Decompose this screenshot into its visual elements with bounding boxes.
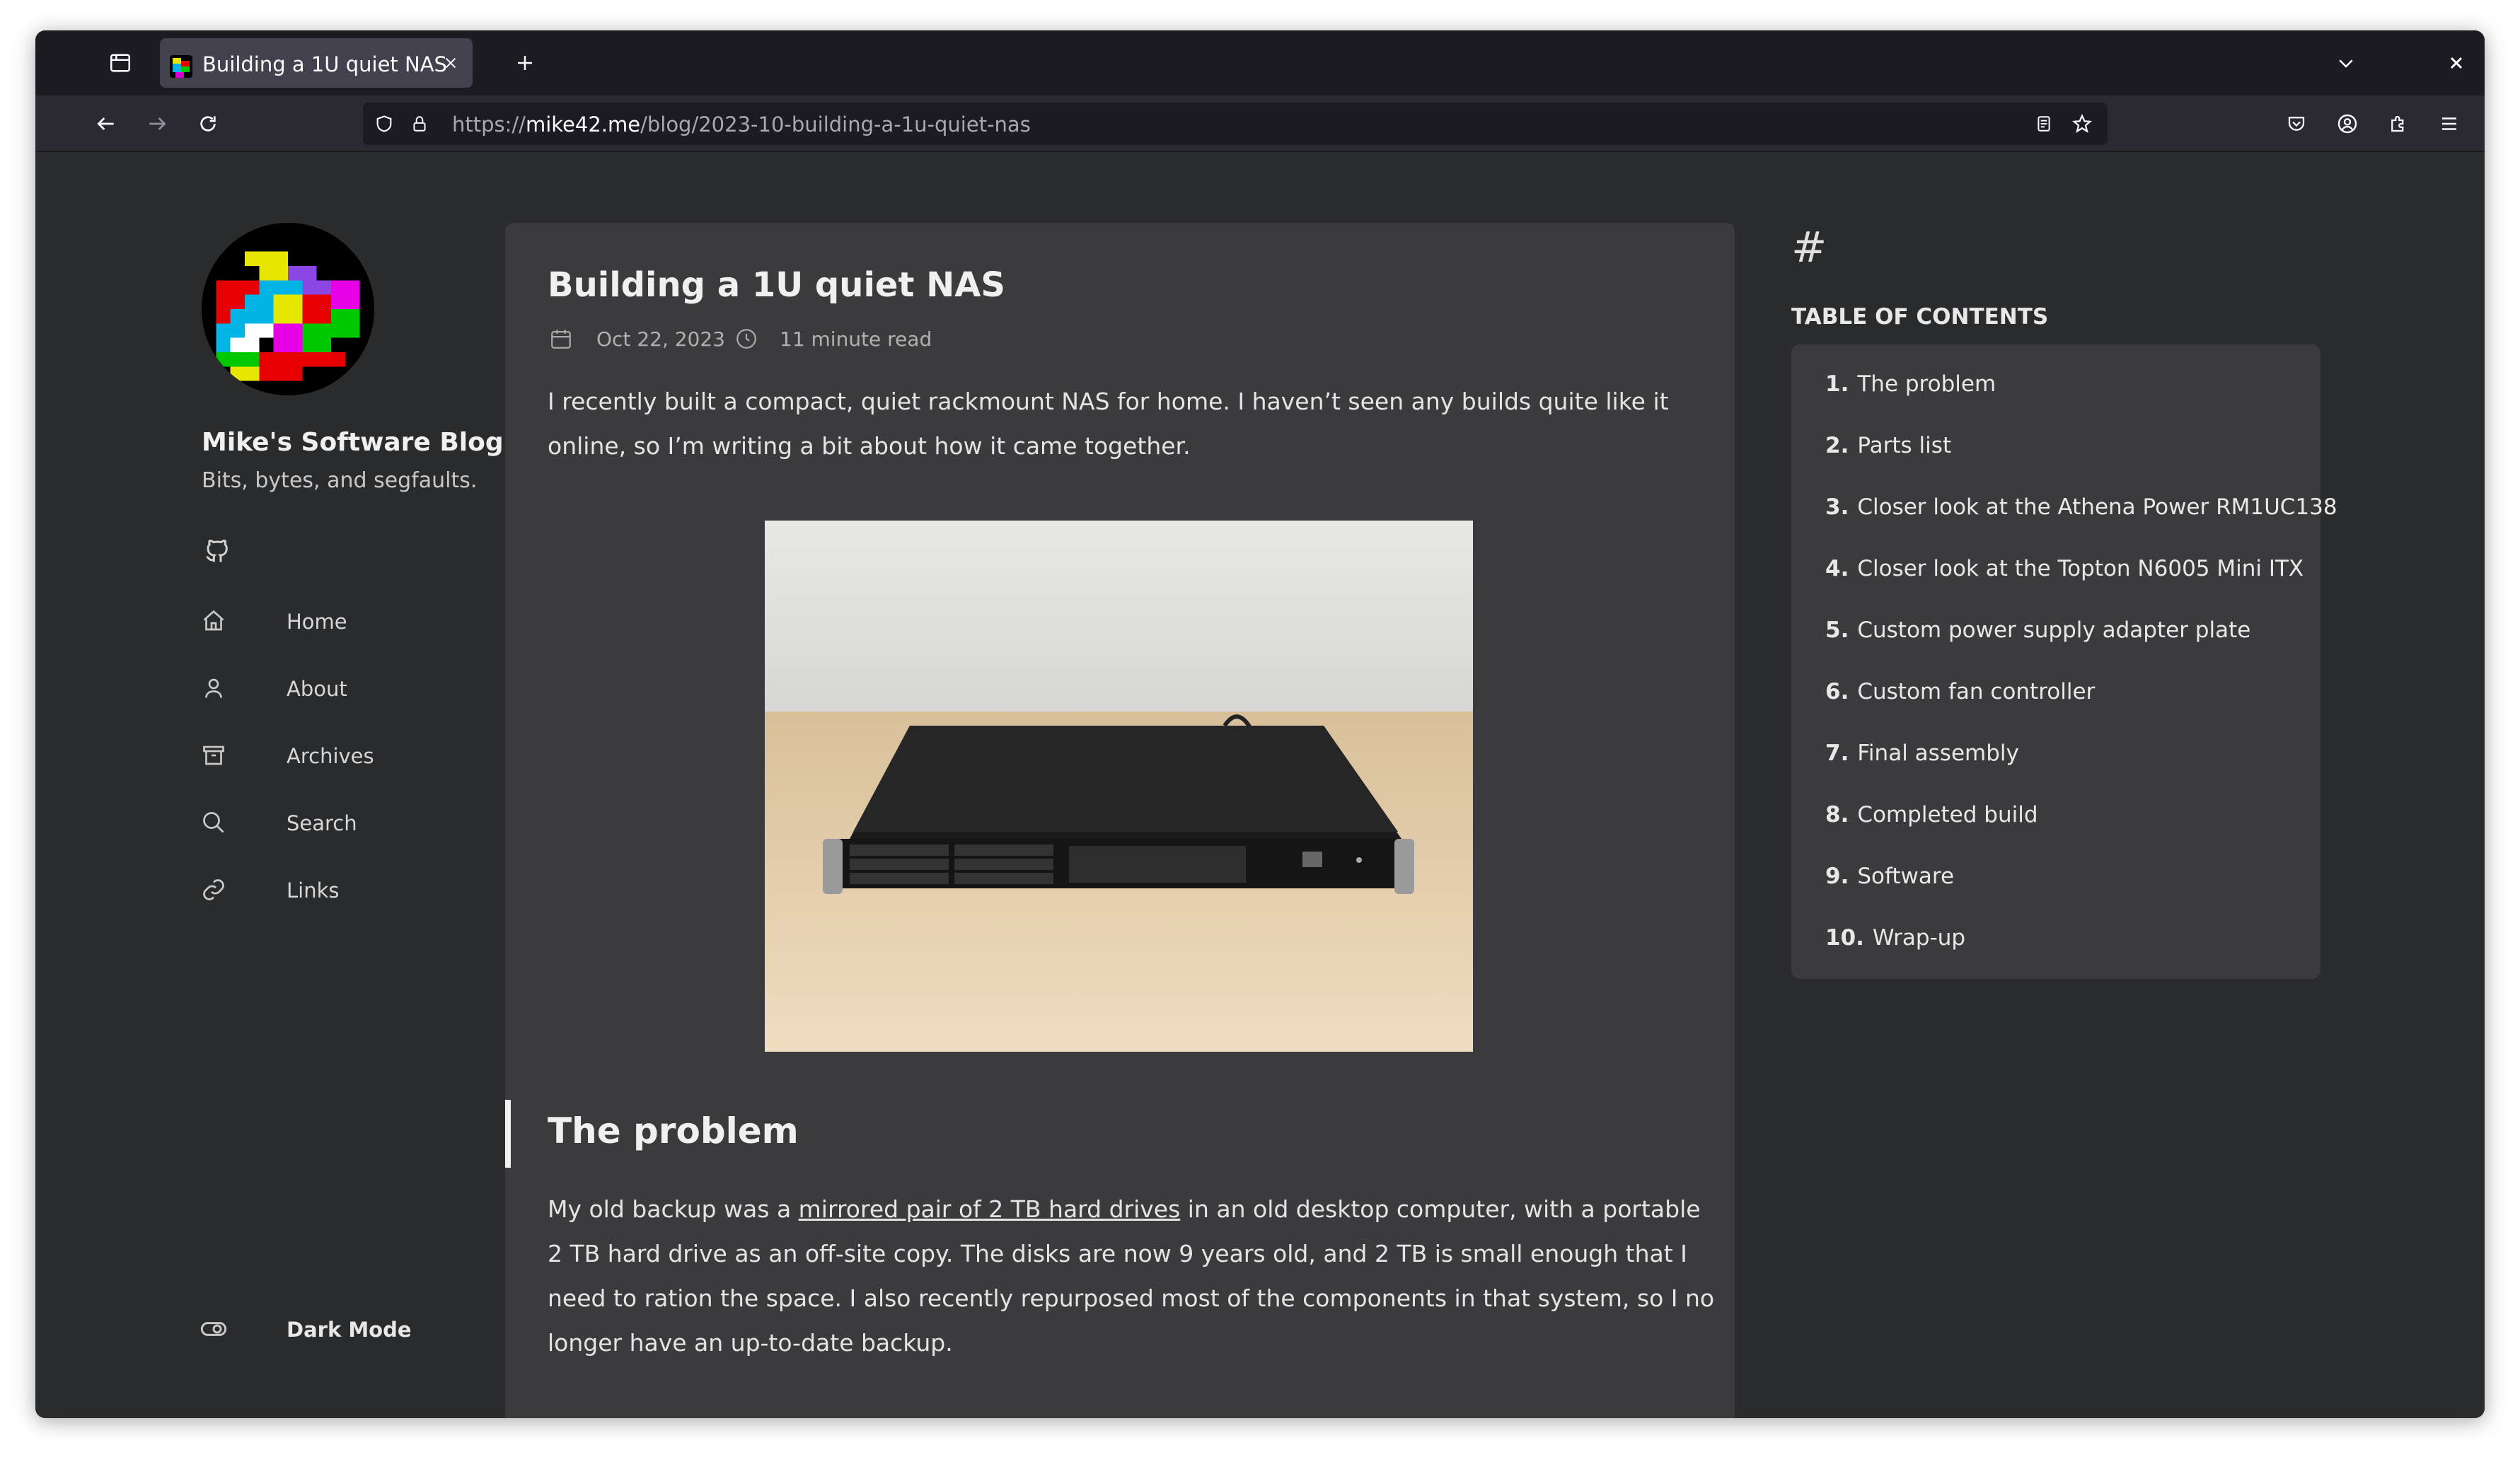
lock-icon[interactable] <box>405 110 434 138</box>
toc-item[interactable]: 4. Closer look at the Topton N6005 Mini I… <box>1825 556 2304 581</box>
intro-paragraph: I recently built a compact, quiet rackmo… <box>548 388 1669 460</box>
home-icon <box>200 607 228 635</box>
window-close-icon[interactable] <box>2441 47 2472 79</box>
toc-item[interactable]: 1. The problem <box>1825 371 1996 397</box>
table-of-contents: 1. The problem 2. Parts list 3. Closer look… <box>1791 344 2337 979</box>
extensions-icon[interactable] <box>2381 107 2415 141</box>
search-icon <box>200 808 228 837</box>
post-date: Oct 22, 2023 <box>596 327 725 351</box>
clock-icon <box>733 325 760 352</box>
firefox-view-icon[interactable] <box>99 46 141 80</box>
pocket-icon[interactable] <box>2279 107 2313 141</box>
tab-strip: Building a 1U quiet NAS <box>35 30 2485 95</box>
browser-window: Building a 1U quiet NAS https://mike42.m… <box>35 30 2485 1418</box>
page-content: Mike's Software Blog Bits, bytes, and se… <box>35 152 2485 1418</box>
read-time: 11 minute read <box>780 327 932 351</box>
toc-item[interactable]: 8. Completed build <box>1825 802 2038 828</box>
toc-item[interactable]: 10. Wrap-up <box>1825 925 1965 951</box>
nav-search[interactable]: Search <box>287 811 357 835</box>
calendar-icon <box>548 325 574 352</box>
toc-heading: TABLE OF CONTENTS <box>1791 304 2049 330</box>
toc-hash-icon: # <box>1791 223 1827 272</box>
navigation-toolbar: https://mike42.me/blog/2023-10-building-… <box>35 95 2485 152</box>
toc-item[interactable]: 5. Custom power supply adapter plate <box>1825 617 2250 643</box>
mirrored-drives-link[interactable]: mirrored pair of 2 TB hard drives <box>799 1195 1181 1223</box>
nav-about[interactable]: About <box>287 677 347 701</box>
problem-paragraph: My old backup was a mirrored pair of 2 T… <box>548 1195 1715 1357</box>
url-text[interactable]: https://mike42.me/blog/2023-10-building-… <box>452 112 1031 137</box>
reader-view-icon[interactable] <box>2030 110 2058 138</box>
github-icon[interactable] <box>201 534 233 567</box>
bookmark-star-icon[interactable] <box>2068 110 2096 138</box>
avatar[interactable] <box>202 223 374 395</box>
nav-links[interactable]: Links <box>287 878 340 902</box>
person-icon <box>200 674 228 702</box>
tab-title: Building a 1U quiet NAS <box>202 52 447 76</box>
section-heading-the-problem: The problem <box>548 1110 799 1151</box>
back-arrow-icon[interactable] <box>89 107 123 141</box>
toc-item[interactable]: 7. Final assembly <box>1825 741 2019 766</box>
nav-home[interactable]: Home <box>287 610 347 634</box>
new-tab-icon[interactable] <box>508 46 542 80</box>
heading-accent-bar <box>505 1100 511 1168</box>
forward-arrow-icon[interactable] <box>140 107 174 141</box>
nav-archives[interactable]: Archives <box>287 744 374 768</box>
url-bar[interactable]: https://mike42.me/blog/2023-10-building-… <box>363 103 2108 145</box>
post-title: Building a 1U quiet NAS <box>548 265 1005 305</box>
tab-close-icon[interactable] <box>439 51 463 75</box>
toc-item[interactable]: 2. Parts list <box>1825 433 1951 458</box>
reload-icon[interactable] <box>191 107 225 141</box>
article-card: Building a 1U quiet NAS Oct 22, 2023 11 … <box>505 223 1735 1418</box>
hamburger-menu-icon[interactable] <box>2432 107 2466 141</box>
tab-active[interactable]: Building a 1U quiet NAS <box>160 38 473 88</box>
archive-icon <box>200 741 228 770</box>
chevron-down-icon[interactable] <box>2329 46 2363 80</box>
toc-item[interactable]: 6. Custom fan controller <box>1825 679 2095 704</box>
account-icon[interactable] <box>2330 107 2364 141</box>
toggle-icon[interactable] <box>200 1315 228 1343</box>
toc-item[interactable]: 9. Software <box>1825 864 1954 889</box>
shield-icon[interactable] <box>370 110 398 138</box>
dark-mode-toggle[interactable]: Dark Mode <box>287 1318 412 1342</box>
link-icon <box>200 876 228 904</box>
site-subtitle: Bits, bytes, and segfaults. <box>202 468 478 493</box>
nas-photo[interactable] <box>765 521 1473 1052</box>
site-title[interactable]: Mike's Software Blog <box>202 428 504 457</box>
toc-item[interactable]: 3. Closer look at the Athena Power RM1UC1… <box>1825 494 2337 520</box>
site-favicon-icon <box>170 55 192 78</box>
